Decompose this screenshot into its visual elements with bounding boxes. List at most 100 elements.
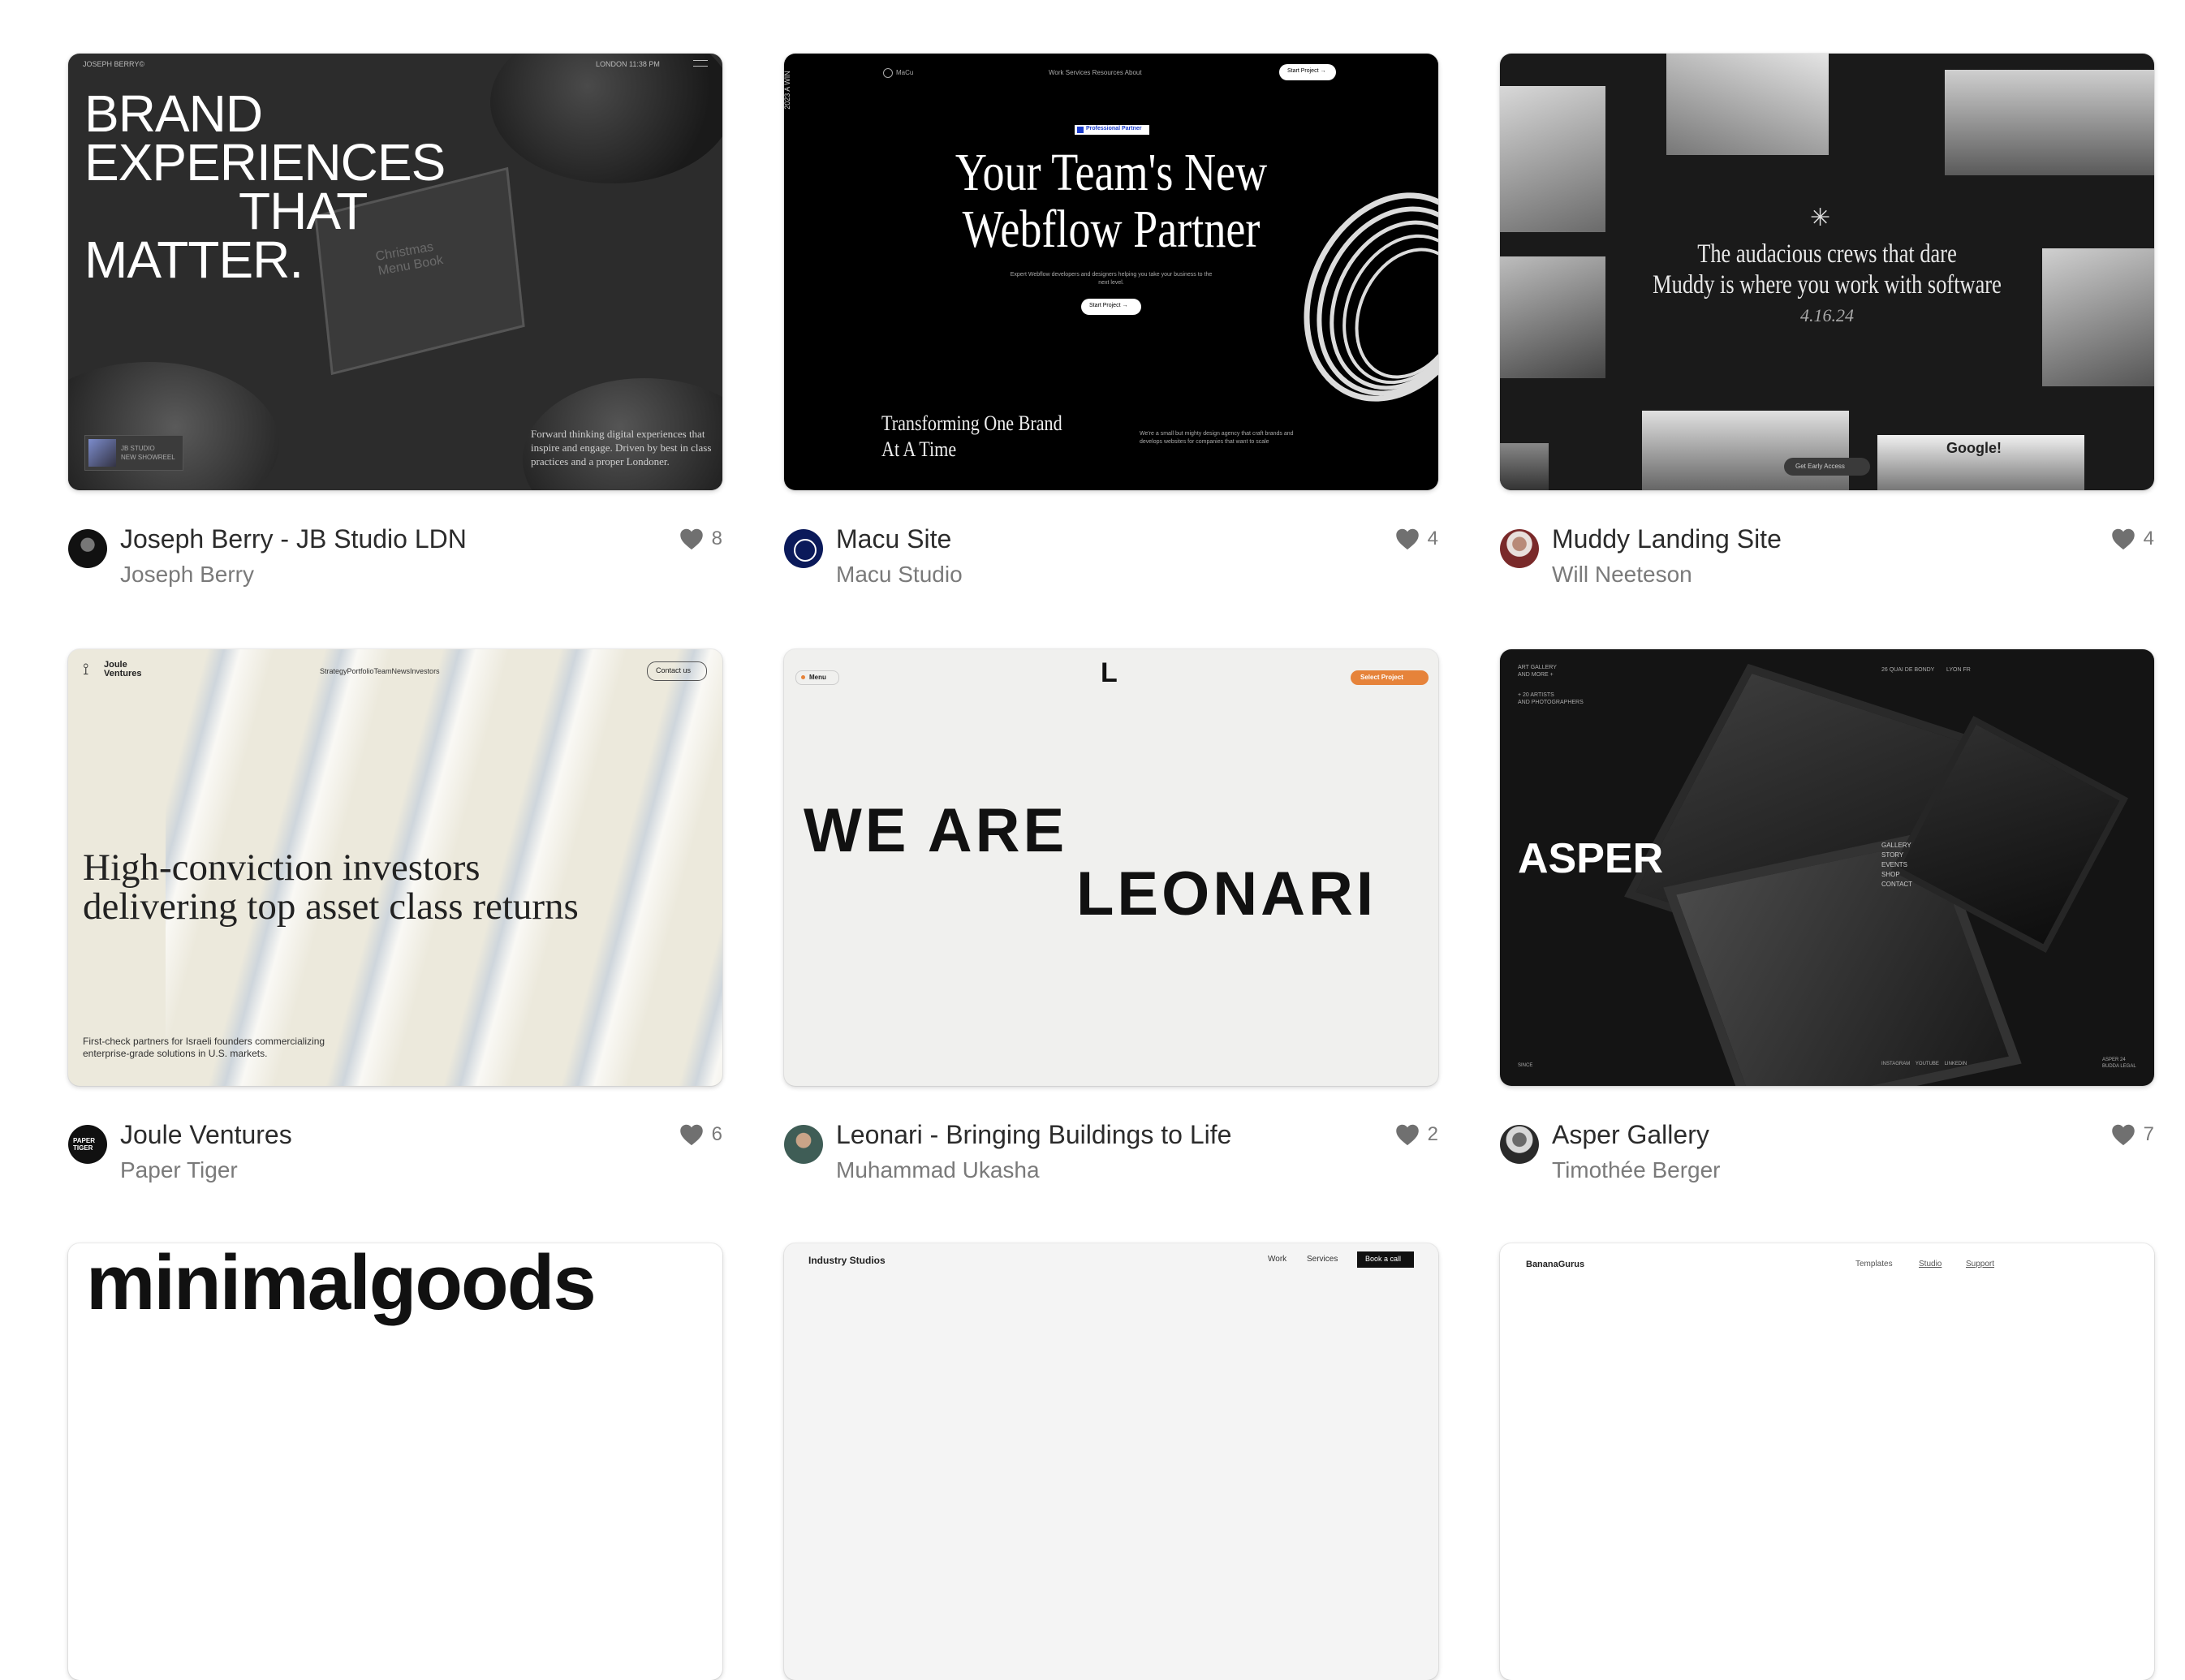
photo [1945,70,2154,175]
contact-button: Contact us [647,661,707,681]
site-nav: StrategyPortfolioTeamNewsInvestors [320,667,440,675]
avatar[interactable] [1500,529,1539,568]
preview-thumbnail[interactable]: Christmas Menu Book JOSEPH BERRY© LONDON … [68,54,722,490]
avatar[interactable] [784,529,823,568]
project-title[interactable]: Joule Ventures [120,1120,292,1150]
sign-text: Google! [1946,440,2002,456]
like-button[interactable]: 7 [2111,1123,2154,1146]
footer-description: We're a small but mighty design agency t… [1140,431,1294,445]
like-button[interactable]: 6 [679,1123,722,1146]
avatar[interactable] [1500,1125,1539,1164]
hero-headline: The audacious crews that dare Muddy is wh… [1653,239,2002,299]
author-name[interactable]: Timothée Berger [1552,1157,1721,1183]
card-meta: Leonari - Bringing Buildings to Life Muh… [784,1120,1438,1193]
nav-studio: Studio [1919,1260,1942,1269]
launch-date: 4.16.24 [1800,305,1854,325]
preview-thumbnail[interactable]: BananaGurus Templates Studio Support [1500,1243,2154,1680]
showreel-thumbnail [88,439,116,467]
heart-icon [679,528,704,550]
project-title[interactable]: Joseph Berry - JB Studio LDN [120,524,467,554]
menu-button: Menu [795,670,839,685]
card-meta: PAPER TIGER Joule Ventures Paper Tiger 6 [68,1120,722,1193]
nav-work: Work [1268,1255,1287,1264]
gallery-social-links: INSTAGRAM YOUTUBE LINKEDIN [1881,1062,1967,1066]
author-name[interactable]: Paper Tiger [120,1157,238,1183]
preview-thumbnail[interactable]: ART GALLERY AND MORE + + 20 ARTISTS AND PH… [1500,649,2154,1086]
like-button[interactable]: 2 [1395,1123,1438,1146]
project-title[interactable]: Asper Gallery [1552,1120,1709,1150]
gallery-address: 26 QUAI DE BONDY [1881,667,1935,673]
site-header-mid: LONDON 11:38 PM [596,60,660,68]
menu-icon [693,60,708,67]
preview-thumbnail[interactable]: Menu L Select Project WE ARE LEONARI [784,649,1438,1086]
site-nav: Work Services Resources About [1049,69,1142,76]
hero-button: Start Project → [1081,299,1141,315]
award-side-text: 2023 A WIN [784,71,791,110]
card-meta: Muddy Landing Site Will Neeteson 4 [1500,524,2154,597]
rock-shape [490,54,722,183]
showreel-label: JB STUDIO NEW SHOWREEL [121,445,175,461]
gallery-city: LYON FR [1946,667,1971,673]
hero-headline: High-conviction investors delivering top … [83,846,579,928]
site-logo: L [1101,657,1118,688]
hero-tagline: Forward thinking digital experiences tha… [531,428,712,467]
nav-support: Support [1966,1260,1995,1269]
avatar[interactable] [784,1125,823,1164]
gallery-tagline: ART GALLERY AND MORE + [1518,665,1557,678]
like-button[interactable]: 8 [679,528,722,550]
preview-thumbnail[interactable]: minimalgoods [68,1243,722,1680]
avatar[interactable]: PAPER TIGER [68,1125,107,1164]
avatar[interactable] [68,529,107,568]
author-name[interactable]: Joseph Berry [120,562,254,588]
heart-icon [1395,1123,1420,1146]
project-title[interactable]: Macu Site [836,524,951,554]
preview-thumbnail[interactable]: ⟟ Joule Ventures StrategyPortfolioTeamNew… [68,649,722,1086]
logo-icon [883,68,893,78]
star-icon: ✳ [1810,205,1831,231]
like-button[interactable]: 4 [1395,528,1438,550]
gallery-legal: ASPER 24 BUDDA LEGAL [2102,1058,2136,1069]
select-project-button: Select Project [1351,670,1429,685]
book-call-button: Book a call [1357,1251,1414,1268]
partner-badge: Professional Partner [1075,125,1149,135]
avatar-logo-mark [794,539,817,562]
ring-sculpture [1304,192,1438,402]
photo [1642,411,1849,490]
rock-shape [68,362,279,490]
author-name[interactable]: Muhammad Ukasha [836,1157,1040,1183]
preview-thumbnail[interactable]: Industry Studios Work Services Book a ca… [784,1243,1438,1680]
heart-icon [2111,1123,2135,1146]
site-logo: Industry Studios [808,1255,886,1266]
card-meta: Joseph Berry - JB Studio LDN Joseph Berr… [68,524,722,597]
heart-icon [1395,528,1420,550]
project-title[interactable]: Muddy Landing Site [1552,524,1782,554]
photo [1500,86,1605,232]
nav-templates: Templates [1855,1260,1893,1269]
nav-services: Services [1307,1255,1338,1264]
logo-icon: ⟟ [83,661,89,678]
site-header-left: JOSEPH BERRY© [83,60,144,68]
like-count: 6 [711,1123,722,1145]
hero-line-2: LEONARI [1076,859,1377,928]
showreel-badge: JB STUDIO NEW SHOWREEL [84,435,183,471]
site-logo: MaCu [896,69,914,76]
author-name[interactable]: Will Neeteson [1552,562,1692,588]
project-title[interactable]: Leonari - Bringing Buildings to Life [836,1120,1231,1150]
like-button[interactable]: 4 [2111,528,2154,550]
preview-thumbnail[interactable]: Google! ✳ The audacious crews that dare M… [1500,54,2154,490]
like-count: 4 [2143,528,2154,549]
card-meta: Macu Site Macu Studio 4 [784,524,1438,597]
preview-thumbnail[interactable]: 2023 A WIN MaCu Work Services Resources … [784,54,1438,490]
site-logo: BananaGurus [1526,1260,1585,1269]
hero-headline: minimalgoods [86,1243,597,1326]
heart-icon [679,1123,704,1146]
avatar-text: PAPER TIGER [73,1137,95,1152]
photo [1666,54,1829,155]
gallery-artists: + 20 ARTISTS AND PHOTOGRAPHERS [1518,692,1584,705]
gallery-since: SINCE [1518,1063,1533,1068]
footer-tagline: Transforming One Brand At A Time [881,411,1062,461]
start-project-label: Start Project → [1287,68,1326,74]
author-name[interactable]: Macu Studio [836,562,963,588]
hero-line-1: WE ARE [804,796,1068,865]
like-count: 7 [2143,1123,2154,1145]
